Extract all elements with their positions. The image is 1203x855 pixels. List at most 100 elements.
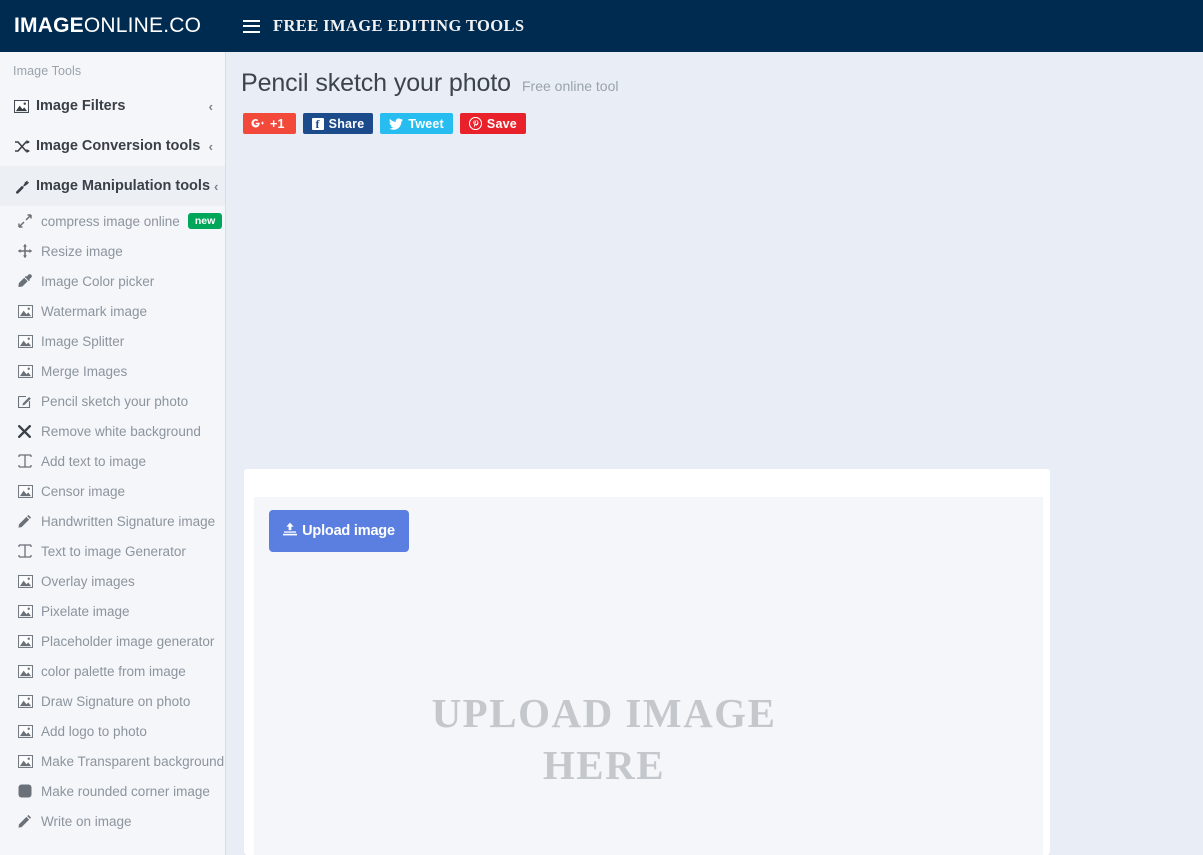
- sidebar-item-label: Image Color picker: [41, 273, 155, 289]
- wrench-icon: [14, 179, 36, 194]
- sidebar-item-pixelate-image[interactable]: Pixelate image: [0, 596, 225, 626]
- upload-placeholder-text: UPLOAD IMAGE HERE: [254, 687, 954, 791]
- chevron-left-icon: ‹: [208, 138, 213, 154]
- text-height-icon: [18, 454, 41, 468]
- sidebar-item-label: compress image online: [41, 213, 180, 229]
- picture-icon: [18, 604, 41, 618]
- sidebar-item-label: Add text to image: [41, 453, 147, 469]
- navbar-right-section: FREE IMAGE EDITING TOOLS: [226, 16, 525, 36]
- share-button-label: +1: [270, 116, 285, 131]
- eyedropper-icon: [18, 274, 41, 288]
- chevron-left-icon: ‹: [208, 98, 213, 114]
- picture-icon: [18, 304, 41, 318]
- pinterest-icon: [468, 117, 482, 130]
- sidebar-item-label: Pencil sketch your photo: [41, 393, 189, 409]
- upload-image-button[interactable]: Upload image: [269, 510, 409, 552]
- upload-icon: [283, 522, 298, 540]
- page-header: Pencil sketch your photo Free online too…: [227, 52, 1203, 98]
- sidebar-item-color-palette-from-image[interactable]: color palette from image: [0, 656, 225, 686]
- social-share-bar: +1 f Share Tweet Save: [227, 98, 1203, 134]
- sidebar-item-label: Make rounded corner image: [41, 783, 210, 799]
- twitter-share-button[interactable]: Tweet: [380, 113, 453, 134]
- pinterest-share-button[interactable]: Save: [459, 113, 526, 134]
- sidebar-group-label: Image Filters: [36, 98, 126, 114]
- twitter-icon: [389, 117, 404, 130]
- sidebar-item-make-rounded-corner-image[interactable]: Make rounded corner image: [0, 776, 225, 806]
- picture-icon: [18, 754, 41, 768]
- sidebar-item-censor-image[interactable]: Censor image: [0, 476, 225, 506]
- picture-icon: [18, 364, 41, 378]
- sidebar-item-write-on-image[interactable]: Write on image: [0, 806, 225, 836]
- navbar-title: FREE IMAGE EDITING TOOLS: [273, 16, 525, 35]
- picture-icon: [18, 724, 41, 738]
- sidebar-item-label: color palette from image: [41, 663, 186, 679]
- google-plus-share-button[interactable]: +1: [243, 113, 296, 134]
- sidebar-group-label: Image Manipulation tools: [36, 178, 211, 194]
- facebook-icon: f: [311, 117, 324, 130]
- sidebar-item-watermark-image[interactable]: Watermark image: [0, 296, 225, 326]
- sidebar-group-image-conversion-tools[interactable]: Image Conversion tools ‹: [0, 126, 225, 166]
- picture-icon: [14, 99, 36, 113]
- facebook-share-button[interactable]: f Share: [302, 113, 374, 134]
- hamburger-icon[interactable]: [243, 19, 260, 33]
- sidebar-header: Image Tools: [13, 64, 82, 78]
- sidebar-item-overlay-images[interactable]: Overlay images: [0, 566, 225, 596]
- chevron-left-icon: ‹: [214, 178, 219, 194]
- pencil-icon: [18, 514, 41, 528]
- picture-icon: [18, 484, 41, 498]
- brand-logo[interactable]: IMAGE ONLINE.CO: [0, 0, 226, 52]
- upload-placeholder-line-1: UPLOAD IMAGE: [431, 690, 777, 736]
- sidebar-item-compress-image-online[interactable]: compress image online new: [0, 206, 225, 236]
- compress-icon: [18, 214, 41, 228]
- sidebar-item-image-splitter[interactable]: Image Splitter: [0, 326, 225, 356]
- sidebar-item-merge-images[interactable]: Merge Images: [0, 356, 225, 386]
- sidebar-item-handwritten-signature-image[interactable]: Handwritten Signature image: [0, 506, 225, 536]
- sidebar-group-image-manipulation-tools[interactable]: Image Manipulation tools ‹: [0, 166, 225, 206]
- share-button-label: Tweet: [408, 116, 444, 131]
- sidebar-item-label: Placeholder image generator: [41, 633, 215, 649]
- sidebar-item-label: Censor image: [41, 483, 126, 499]
- sidebar-item-label: Resize image: [41, 243, 123, 259]
- upload-dropzone[interactable]: Upload image UPLOAD IMAGE HERE: [254, 497, 1043, 855]
- sidebar-item-label: Pixelate image: [41, 603, 130, 619]
- picture-icon: [18, 664, 41, 678]
- upload-image-button-label: Upload image: [302, 523, 395, 539]
- status-badge-new: new: [187, 212, 223, 230]
- sidebar-item-remove-white-background[interactable]: Remove white background: [0, 416, 225, 446]
- top-navbar: IMAGE ONLINE.CO FREE IMAGE EDITING TOOLS: [0, 0, 1203, 52]
- sidebar-item-label: Handwritten Signature image: [41, 513, 216, 529]
- brand-name-light: ONLINE.CO: [83, 14, 202, 37]
- sidebar-item-resize-image[interactable]: Resize image: [0, 236, 225, 266]
- share-button-label: Save: [486, 116, 517, 131]
- sidebar-item-add-logo-to-photo[interactable]: Add logo to photo: [0, 716, 225, 746]
- sidebar-group-image-filters[interactable]: Image Filters ‹: [0, 86, 225, 126]
- sidebar-item-add-text-to-image[interactable]: Add text to image: [0, 446, 225, 476]
- sidebar-item-text-to-image-generator[interactable]: Text to image Generator: [0, 536, 225, 566]
- upload-placeholder-line-2: HERE: [542, 742, 666, 788]
- sidebar-item-image-color-picker[interactable]: Image Color picker: [0, 266, 225, 296]
- picture-icon: [18, 634, 41, 648]
- page-title: Pencil sketch your photo: [241, 69, 511, 97]
- sidebar-group-label: Image Conversion tools: [36, 138, 201, 154]
- picture-icon: [18, 334, 41, 348]
- sidebar-item-draw-signature-on-photo[interactable]: Draw Signature on photo: [0, 686, 225, 716]
- sidebar-item-make-transparent-background[interactable]: Make Transparent background: [0, 746, 225, 776]
- sidebar-item-label: Merge Images: [41, 363, 128, 379]
- sidebar-item-label: Make Transparent background: [41, 753, 225, 769]
- sidebar-item-placeholder-image-generator[interactable]: Placeholder image generator: [0, 626, 225, 656]
- text-height-icon: [18, 544, 41, 558]
- sidebar-item-label: Add logo to photo: [41, 723, 147, 739]
- sidebar-item-label: Overlay images: [41, 573, 135, 589]
- rounded-square-icon: [18, 784, 41, 798]
- picture-icon: [18, 574, 41, 588]
- pencil-square-icon: [18, 394, 41, 408]
- page-subtitle: Free online tool: [521, 78, 619, 94]
- close-x-icon: [18, 424, 41, 438]
- share-button-label: Share: [328, 116, 365, 131]
- sidebar-item-label: Watermark image: [41, 303, 148, 319]
- sidebar-item-label: Draw Signature on photo: [41, 693, 191, 709]
- sidebar-item-pencil-sketch-your-photo[interactable]: Pencil sketch your photo: [0, 386, 225, 416]
- google-plus-icon: [251, 118, 265, 129]
- sidebar-item-label: Write on image: [41, 813, 132, 829]
- pencil-icon: [18, 814, 41, 828]
